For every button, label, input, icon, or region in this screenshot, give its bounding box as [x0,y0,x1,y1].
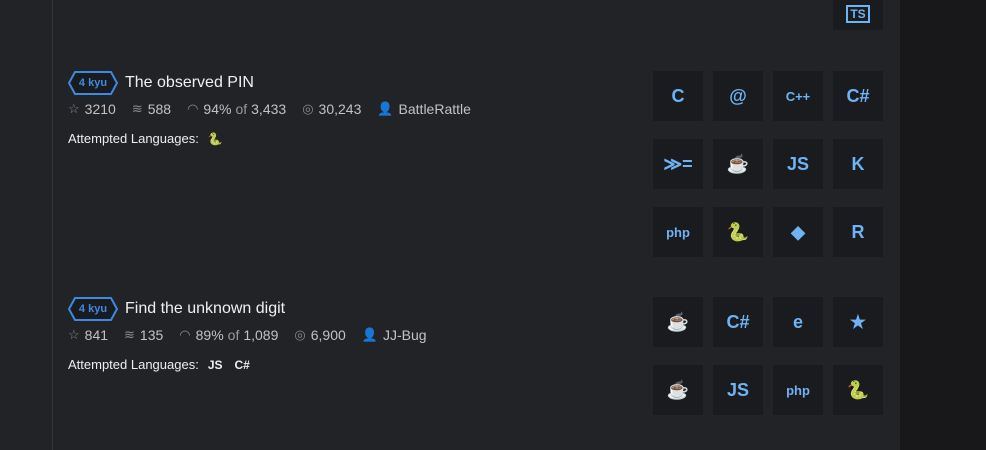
coffeescript-icon: ☕ [666,311,690,332]
collections-count: 135 [139,327,164,343]
php-icon: php [786,382,810,398]
java-icon: ☕ [666,379,690,400]
cpp-icon: C++ [785,88,811,104]
lang-tile-php[interactable]: php [773,365,823,415]
satisfaction-value: 94% [203,101,232,117]
ruby-icon: ◆ [791,221,805,242]
stars-count: 841 [84,327,109,343]
votes-count: 1,089 [243,327,279,343]
lang-tile-ruby[interactable]: ◆ [773,207,823,257]
javascript-icon: JS [786,153,810,174]
user-icon: 👤 [361,327,378,342]
kata-title[interactable]: Find the unknown digit [125,300,285,318]
lang-tile-csharp[interactable]: C# [713,297,763,347]
collections-stat: ≋ 135 [124,327,163,343]
completed-stat: ◎ 30,243 [302,101,361,117]
javascript-icon: JS [726,379,750,400]
rank-badge: 4 kyu [68,71,118,95]
star-icon: ☆ [68,101,80,116]
lang-tile-elixir[interactable]: e [773,297,823,347]
collections-stat: ≋ 588 [132,101,171,117]
lang-tile-python[interactable]: 🐍 [833,365,883,415]
lang-tile-kotlin[interactable]: K [833,139,883,189]
layers-icon: ≋ [124,327,135,342]
completed-count: 30,243 [318,101,362,117]
lang-tile-c[interactable]: C [653,71,703,121]
python-icon: 🐍 [207,131,223,146]
lang-tile-groovy[interactable]: ★ [833,297,883,347]
rank-label: 4 kyu [78,303,108,315]
lang-tile-haskell[interactable]: ≫= [653,139,703,189]
kotlin-icon: K [851,153,865,174]
user-icon: 👤 [377,101,394,116]
java-icon: ☕ [726,153,750,174]
lang-tile-java[interactable]: ☕ [713,139,763,189]
satisfaction-stat: ◠ 94% of 3,433 [187,101,286,117]
lang-tile-clojure[interactable]: @ [713,71,763,121]
author-link[interactable]: JJ-Bug [383,327,427,343]
javascript-icon: JS [207,357,223,372]
target-icon: ◎ [302,101,314,116]
lang-tile-javascript[interactable]: JS [773,139,823,189]
kata-item: 4 kyu Find the unknown digit ☆ 841 ≋ 135 ◠ 8… [68,296,443,372]
python-icon: 🐍 [726,221,750,242]
elixir-icon: e [792,311,803,332]
lang-tile-java[interactable]: ☕ [653,365,703,415]
divider [52,0,53,450]
stars-count: 3210 [84,101,116,117]
lang-tile-csharp[interactable]: C# [833,71,883,121]
author-link[interactable]: BattleRattle [399,101,471,117]
lang-tile-javascript[interactable]: JS [713,365,763,415]
csharp-icon: C# [726,311,750,332]
completed-stat: ◎ 6,900 [294,327,345,343]
completed-count: 6,900 [310,327,346,343]
typescript-icon: TS [846,5,870,23]
lang-tile-python[interactable]: 🐍 [713,207,763,257]
groovy-icon: ★ [849,311,867,332]
php-icon: php [666,224,690,240]
votes-count: 3,433 [251,101,287,117]
csharp-icon: C# [846,85,870,106]
clojure-icon: @ [729,85,747,106]
c-icon: C [671,85,685,106]
stars-stat: ☆ 3210 [68,101,116,117]
rank-label: 4 kyu [78,77,108,89]
satisfaction-value: 89% [195,327,224,343]
gauge-icon: ◠ [179,327,191,342]
layers-icon: ≋ [131,101,143,116]
lang-tile-php[interactable]: php [653,207,703,257]
attempted-languages-label: Attempted Languages: [68,357,199,372]
lang-tile-rust[interactable]: R [833,207,883,257]
gauge-icon: ◠ [187,101,199,116]
kata-title[interactable]: The observed PIN [125,74,254,92]
of-label: of [235,101,248,117]
star-icon: ☆ [68,327,80,342]
csharp-icon: C# [234,357,250,372]
of-label: of [227,327,240,343]
haskell-icon: ≫= [663,153,693,174]
kata-list-panel [0,0,900,450]
lang-tile-coffeescript[interactable]: ☕ [653,297,703,347]
lang-tile-cpp[interactable]: C++ [773,71,823,121]
attempted-languages-label: Attempted Languages: [68,131,199,146]
lang-icon-typescript[interactable]: TS [833,0,883,30]
author-stat[interactable]: 👤 BattleRattle [377,101,471,117]
satisfaction-stat: ◠ 89% of 1,089 [179,327,278,343]
rust-icon: R [851,221,865,242]
target-icon: ◎ [294,327,306,342]
rank-badge: 4 kyu [68,297,118,321]
python-icon: 🐍 [846,379,870,400]
author-stat[interactable]: 👤 JJ-Bug [362,327,427,343]
kata-item: 4 kyu The observed PIN ☆ 3210 ≋ 588 ◠ 94% of 3… [68,70,487,146]
collections-count: 588 [147,101,172,117]
stars-stat: ☆ 841 [68,327,108,343]
